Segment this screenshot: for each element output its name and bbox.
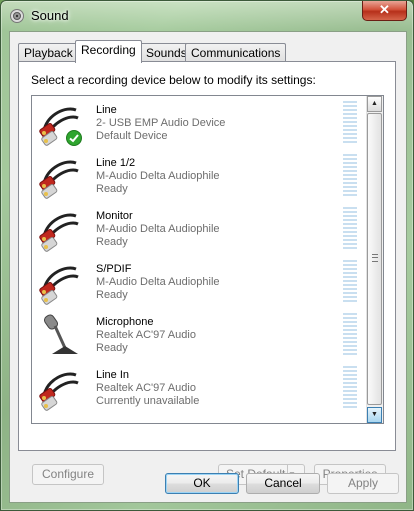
device-status: Ready bbox=[96, 183, 128, 195]
device-list-item[interactable]: Line 2- USB EMP Audio Device Default Devic… bbox=[32, 96, 366, 149]
level-meter bbox=[343, 313, 357, 357]
level-meter bbox=[343, 154, 357, 198]
device-list-item[interactable]: Microphone Realtek AC'97 Audio Ready bbox=[32, 308, 366, 361]
device-name: Line 1/2 bbox=[96, 157, 136, 169]
scroll-down-button[interactable]: ▼ bbox=[367, 407, 382, 423]
close-button[interactable]: ✕ bbox=[362, 1, 407, 21]
device-description: M-Audio Delta Audiophile bbox=[96, 276, 220, 288]
rca-cable-icon bbox=[38, 100, 82, 146]
ok-button[interactable]: OK bbox=[165, 473, 239, 494]
device-name: Monitor bbox=[96, 210, 133, 222]
dialog-client-area: Playback Recording Sounds Communications… bbox=[9, 31, 407, 503]
device-name: S/PDIF bbox=[96, 263, 132, 275]
device-name: Microphone bbox=[96, 316, 154, 328]
device-status: Default Device bbox=[96, 130, 168, 142]
cancel-button[interactable]: Cancel bbox=[246, 473, 320, 494]
window-title: Sound bbox=[31, 8, 69, 23]
level-meter bbox=[343, 101, 357, 145]
tab-playback[interactable]: Playback bbox=[18, 43, 79, 62]
device-status: Ready bbox=[96, 289, 128, 301]
tab-recording[interactable]: Recording bbox=[75, 40, 142, 63]
apply-button[interactable]: Apply bbox=[327, 473, 399, 494]
device-description: M-Audio Delta Audiophile bbox=[96, 223, 220, 235]
device-list-item[interactable]: S/PDIF M-Audio Delta Audiophile Ready bbox=[32, 255, 366, 308]
grip-icon bbox=[372, 254, 378, 262]
device-name: Line In bbox=[96, 369, 130, 381]
device-name: Line bbox=[96, 104, 117, 116]
instruction-text: Select a recording device below to modif… bbox=[31, 73, 316, 87]
sound-dialog: Sound ✕ Playback Recording Sounds Commun… bbox=[0, 0, 414, 511]
scroll-thumb[interactable] bbox=[367, 113, 382, 405]
configure-button[interactable]: Configure bbox=[32, 464, 104, 485]
microphone-icon bbox=[38, 312, 82, 358]
rca-cable-icon bbox=[38, 206, 82, 252]
device-description: M-Audio Delta Audiophile bbox=[96, 170, 220, 182]
device-description: 2- USB EMP Audio Device bbox=[96, 117, 226, 129]
level-meter bbox=[343, 207, 357, 251]
rca-cable-icon bbox=[38, 365, 82, 411]
device-list-item[interactable]: Line 1/2 M-Audio Delta Audiophile Ready bbox=[32, 149, 366, 202]
recording-device-list[interactable]: Line 2- USB EMP Audio Device Default Devic… bbox=[31, 95, 384, 424]
device-description: Realtek AC'97 Audio bbox=[96, 329, 196, 341]
speaker-icon bbox=[10, 9, 24, 23]
recording-tab-panel: Select a recording device below to modif… bbox=[18, 61, 396, 485]
level-meter bbox=[343, 366, 357, 410]
level-meter bbox=[343, 260, 357, 304]
device-list-scrollbar[interactable]: ▲ ▼ bbox=[366, 96, 383, 423]
rca-cable-icon bbox=[38, 153, 82, 199]
title-bar[interactable]: Sound ✕ bbox=[1, 1, 413, 31]
device-status: Ready bbox=[96, 342, 128, 354]
scroll-up-button[interactable]: ▲ bbox=[367, 96, 382, 112]
tab-communications[interactable]: Communications bbox=[185, 43, 287, 62]
device-status: Ready bbox=[96, 236, 128, 248]
device-status: Currently unavailable bbox=[96, 395, 200, 407]
rca-cable-icon bbox=[38, 259, 82, 305]
device-list-item[interactable]: Monitor M-Audio Delta Audiophile Ready bbox=[32, 202, 366, 255]
device-list-item[interactable]: Line In Realtek AC'97 Audio Currently unav… bbox=[32, 361, 366, 414]
device-description: Realtek AC'97 Audio bbox=[96, 382, 196, 394]
